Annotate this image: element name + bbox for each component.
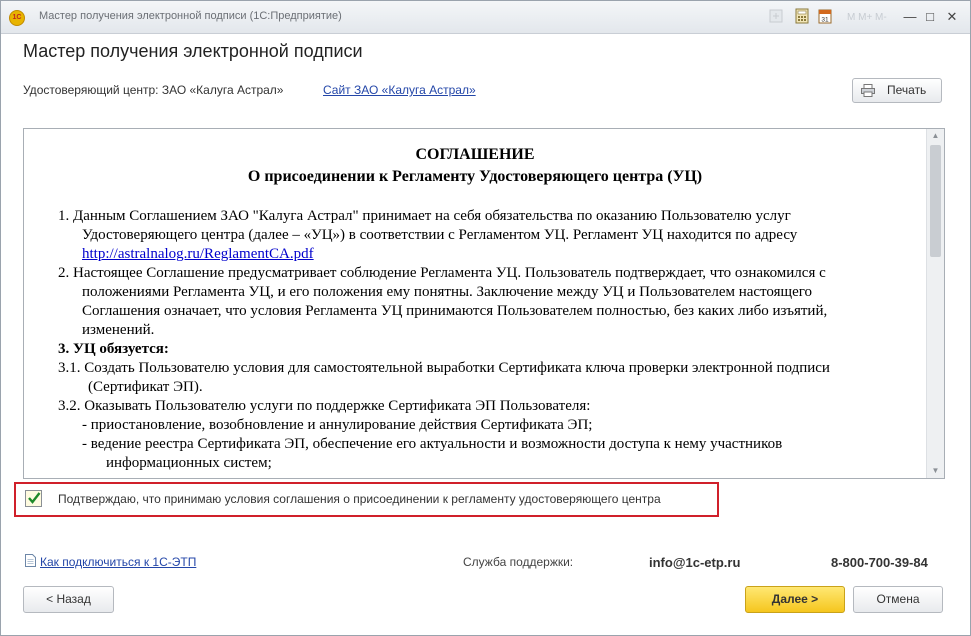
agreement-line: 3.2. Оказывать Пользователю услуги по по… xyxy=(58,398,591,414)
scroll-up-arrow-icon[interactable]: ▲ xyxy=(927,129,944,143)
certification-center-site-link[interactable]: Сайт ЗАО «Калуга Астрал» xyxy=(323,83,476,97)
agreement-line: положениями Регламента УЦ, и его положен… xyxy=(82,284,813,300)
confirm-agreement-highlight: Подтверждаю, что принимаю условия соглаш… xyxy=(14,482,719,517)
printer-icon xyxy=(861,84,875,97)
window-title: Мастер получения электронной подписи (1С… xyxy=(39,10,342,22)
memory-buttons-icon[interactable]: M M+ M- xyxy=(847,8,899,24)
agreement-line: Соглашения означает, что условия Регламе… xyxy=(82,303,828,319)
agreement-line: 1. Данным Соглашением ЗАО "Калуга Астрал… xyxy=(58,208,791,224)
scroll-down-arrow-icon[interactable]: ▼ xyxy=(927,464,944,478)
page-title: Мастер получения электронной подписи xyxy=(23,41,363,61)
cancel-button[interactable]: Отмена xyxy=(853,586,943,613)
svg-text:31: 31 xyxy=(821,17,829,24)
agreement-line: Удостоверяющего центра (далее – «УЦ») в … xyxy=(82,227,798,243)
agreement-line: - ведение реестра Сертификата ЭП, обеспе… xyxy=(82,436,783,452)
support-label: Служба поддержки: xyxy=(463,555,574,569)
1c-app-icon: 1С xyxy=(9,10,25,26)
document-icon xyxy=(25,554,36,567)
agreement-title: СОГЛАШЕНИЕ xyxy=(415,146,535,163)
calendar-icon[interactable]: 31 xyxy=(817,8,833,24)
close-button[interactable]: ✕ xyxy=(943,8,961,25)
agreement-line: http://astralnalog.ru/ReglamentCA.pdf xyxy=(82,246,314,263)
print-button[interactable]: Печать xyxy=(852,78,942,103)
agreement-line: 2. Настоящее Соглашение предусматривает … xyxy=(58,265,826,281)
calculator-icon[interactable] xyxy=(794,8,810,24)
confirm-agreement-label[interactable]: Подтверждаю, что принимаю условия соглаш… xyxy=(58,492,661,506)
agreement-line: 3. УЦ обязуется: xyxy=(58,341,169,357)
certification-center-label: Удостоверяющий центр: ЗАО «Калуга Астрал… xyxy=(23,83,284,97)
history-icon[interactable] xyxy=(768,8,784,24)
agreement-line: 3.1. Создать Пользователю условия для са… xyxy=(58,360,830,376)
scroll-thumb[interactable] xyxy=(930,145,941,257)
confirm-agreement-checkbox[interactable] xyxy=(25,490,42,507)
print-button-label: Печать xyxy=(887,83,927,97)
agreement-line: информационных систем; xyxy=(106,455,272,471)
document-scrollbar[interactable]: ▲ ▼ xyxy=(926,129,944,478)
minimize-button[interactable]: — xyxy=(901,8,919,25)
next-button[interactable]: Далее > xyxy=(745,586,845,613)
agreement-text: СОГЛАШЕНИЕ О присоединении к Регламенту … xyxy=(24,129,926,478)
agreement-line: (Сертификат ЭП). xyxy=(88,379,203,395)
back-button[interactable]: < Назад xyxy=(23,586,114,613)
reglament-pdf-link[interactable]: http://astralnalog.ru/ReglamentCA.pdf xyxy=(82,246,314,262)
agreement-document[interactable]: СОГЛАШЕНИЕ О присоединении к Регламенту … xyxy=(23,128,945,479)
how-to-connect-link[interactable]: Как подключиться к 1С-ЭТП xyxy=(40,555,196,569)
support-phone: 8-800-700-39-84 xyxy=(831,555,928,570)
agreement-subtitle: О присоединении к Регламенту Удостоверяю… xyxy=(247,168,703,185)
agreement-line: - приостановление, возобновление и аннул… xyxy=(82,417,593,433)
support-email: info@1c-etp.ru xyxy=(649,555,741,570)
agreement-line: изменений. xyxy=(82,322,155,338)
svg-text:M M+ M-: M M+ M- xyxy=(847,12,887,23)
dialog-window: 1С Мастер получения электронной подписи … xyxy=(0,0,971,636)
maximize-button[interactable]: □ xyxy=(921,8,939,25)
checkmark-icon xyxy=(28,492,41,504)
title-bar: 1С Мастер получения электронной подписи … xyxy=(1,1,970,34)
